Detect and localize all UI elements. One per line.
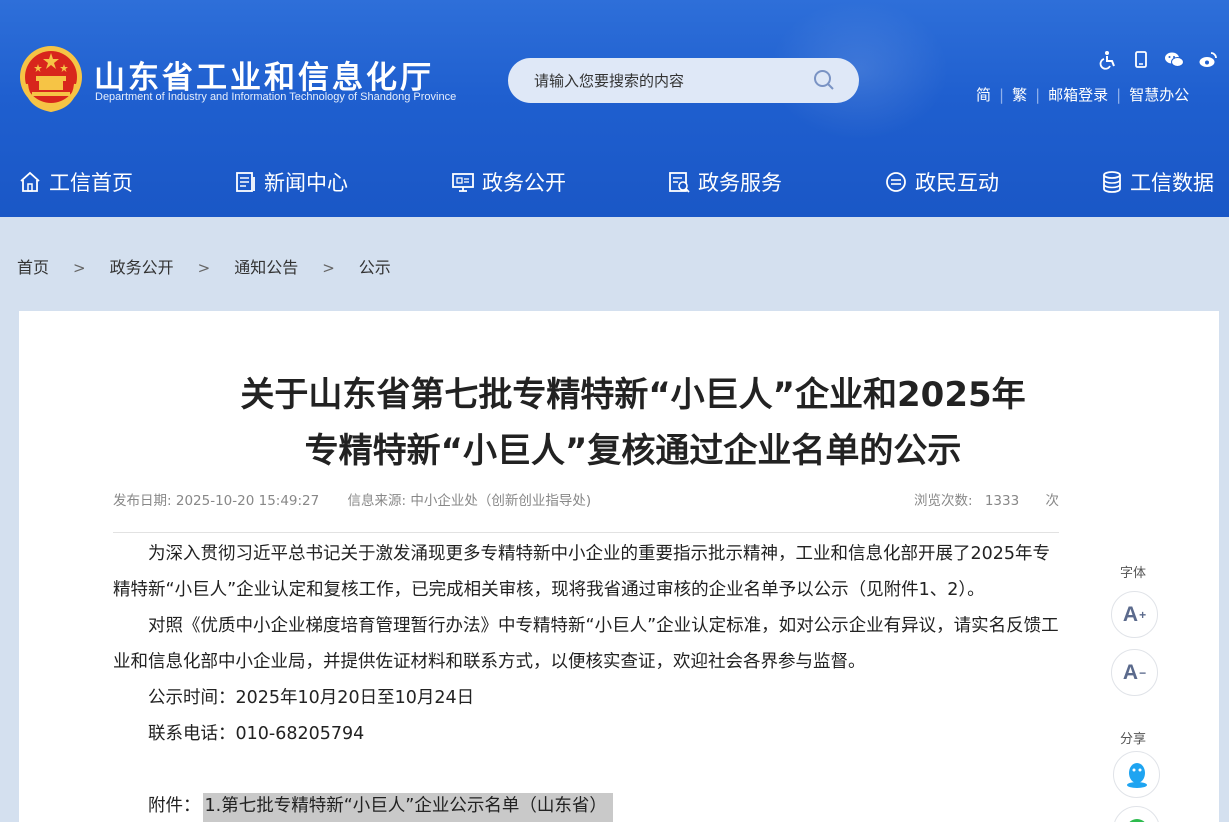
article-card: 关于山东省第七批专精特新“小巨人”企业和2025年 专精特新“小巨人”复核通过企… xyxy=(19,311,1219,822)
attachment-link[interactable]: 1.第七批专精特新“小巨人”企业公示名单（山东省） xyxy=(202,793,613,822)
top-links: 简 | 繁 | 邮箱登录 | 智慧办公 xyxy=(976,84,1189,105)
qq-icon xyxy=(1126,762,1147,788)
top-link-separator: | xyxy=(1116,86,1122,104)
mobile-icon[interactable] xyxy=(1131,50,1151,70)
font-increase-label: A xyxy=(1122,602,1139,626)
article-meta: 发布日期: 2025-10-20 15:49:27 信息来源: 中小企业处（创新… xyxy=(113,489,1059,509)
source-value: 中小企业处（创新创业指导处) xyxy=(410,493,592,509)
publish-date-label: 发布日期: xyxy=(113,493,172,509)
wechat-icon[interactable] xyxy=(1164,50,1184,70)
nav-item-news[interactable]: 新闻中心 xyxy=(235,166,348,198)
breadcrumb-separator: > xyxy=(73,259,86,277)
breadcrumb-separator: > xyxy=(322,259,335,277)
breadcrumb-government-affairs[interactable]: 政务公开 xyxy=(110,258,174,277)
service-icon xyxy=(669,172,690,193)
article-title: 关于山东省第七批专精特新“小巨人”企业和2025年 专精特新“小巨人”复核通过企… xyxy=(113,367,1153,479)
font-increase-button[interactable]: A + xyxy=(1111,591,1158,638)
nav-label: 政民互动 xyxy=(915,171,999,195)
source-label: 信息来源: xyxy=(347,493,407,509)
nav-item-industry-data[interactable]: 工信数据 xyxy=(1101,166,1214,198)
nav-label: 政务公开 xyxy=(482,171,566,195)
smart-office-link[interactable]: 智慧办公 xyxy=(1129,86,1189,104)
nav-label: 工信数据 xyxy=(1130,171,1214,195)
article-title-line2: 专精特新“小巨人”复核通过企业名单的公示 xyxy=(304,431,962,471)
plus-icon: + xyxy=(1139,607,1147,622)
nav-item-government-services[interactable]: 政务服务 xyxy=(667,166,782,198)
breadcrumb-separator: > xyxy=(197,259,211,277)
site-subtitle: Department of Industry and Information T… xyxy=(95,91,457,103)
breadcrumb-public-notice[interactable]: 公示 xyxy=(359,258,391,277)
font-decrease-label: A xyxy=(1122,660,1139,684)
share-label: 分享 xyxy=(1120,732,1147,747)
nav-item-home[interactable]: 工信首页 xyxy=(18,166,133,198)
weibo-icon[interactable] xyxy=(1198,50,1218,70)
article-title-line1: 关于山东省第七批专精特新“小巨人”企业和2025年 xyxy=(240,375,1026,415)
attachment-line: 附件： 1.第七批专精特新“小巨人”企业公示名单（山东省） xyxy=(113,788,1063,822)
search-box xyxy=(508,58,859,103)
breadcrumb-home[interactable]: 首页 xyxy=(17,258,49,277)
chat-icon xyxy=(886,172,906,192)
minus-icon: − xyxy=(1139,665,1147,680)
breadcrumb: 首页 > 政务公开 > 通知公告 > 公示 xyxy=(17,254,391,278)
nav-item-government-affairs[interactable]: 政务公开 xyxy=(451,166,566,198)
search-icon[interactable] xyxy=(812,68,836,92)
wechat-share-icon xyxy=(1128,818,1145,822)
views-label: 浏览次数: xyxy=(913,493,973,509)
database-icon xyxy=(1103,171,1121,193)
nav-item-public-interaction[interactable]: 政民互动 xyxy=(884,166,999,198)
simplified-chinese-link[interactable]: 简 xyxy=(976,86,991,104)
share-qq-button[interactable] xyxy=(1113,751,1160,798)
main-nav: 工信首页 新闻中心 政务公开 政务服务 政民互动 工信数据 xyxy=(0,160,1229,204)
views-value: 1333 xyxy=(984,493,1020,509)
article-body: 为深入贯彻习近平总书记关于激发涌现更多专精特新中小企业的重要指示批示精神，工业和… xyxy=(113,536,1063,822)
nav-label: 工信首页 xyxy=(49,171,133,195)
home-icon xyxy=(20,171,40,192)
news-icon xyxy=(236,172,255,192)
views-unit: 次 xyxy=(1045,493,1060,509)
contact-phone: 联系电话：010-68205794 xyxy=(148,724,365,744)
email-login-link[interactable]: 邮箱登录 xyxy=(1048,86,1108,104)
notice-period: 公示时间：2025年10月20日至10月24日 xyxy=(148,688,475,708)
accessibility-icon[interactable] xyxy=(1098,50,1118,70)
publish-date: 2025-10-20 15:49:27 xyxy=(175,493,320,509)
body-paragraph: 为深入贯彻习近平总书记关于激发涌现更多专精特新中小企业的重要指示批示精神，工业和… xyxy=(113,544,1051,600)
body-paragraph: 对照《优质中小企业梯度培育管理暂行办法》中专精特新“小巨人”企业认定标准，如对公… xyxy=(113,616,1059,672)
font-size-label: 字体 xyxy=(1120,566,1147,581)
nav-label: 政务服务 xyxy=(698,171,782,195)
monitor-icon xyxy=(452,173,474,192)
meta-divider xyxy=(113,532,1059,533)
site-header: 山东省工业和信息化厅 Department of Industry and In… xyxy=(0,0,1229,217)
top-link-separator: | xyxy=(1035,86,1041,104)
top-link-separator: | xyxy=(999,86,1005,104)
traditional-chinese-link[interactable]: 繁 xyxy=(1012,86,1027,104)
attachment-label: 附件： xyxy=(148,796,201,816)
search-input[interactable] xyxy=(534,68,804,93)
nav-label: 新闻中心 xyxy=(264,171,348,195)
breadcrumb-notices[interactable]: 通知公告 xyxy=(234,258,298,277)
font-decrease-button[interactable]: A − xyxy=(1111,649,1158,696)
national-emblem-icon xyxy=(20,46,82,112)
view-count: 浏览次数: 1333 次 xyxy=(914,489,1059,509)
